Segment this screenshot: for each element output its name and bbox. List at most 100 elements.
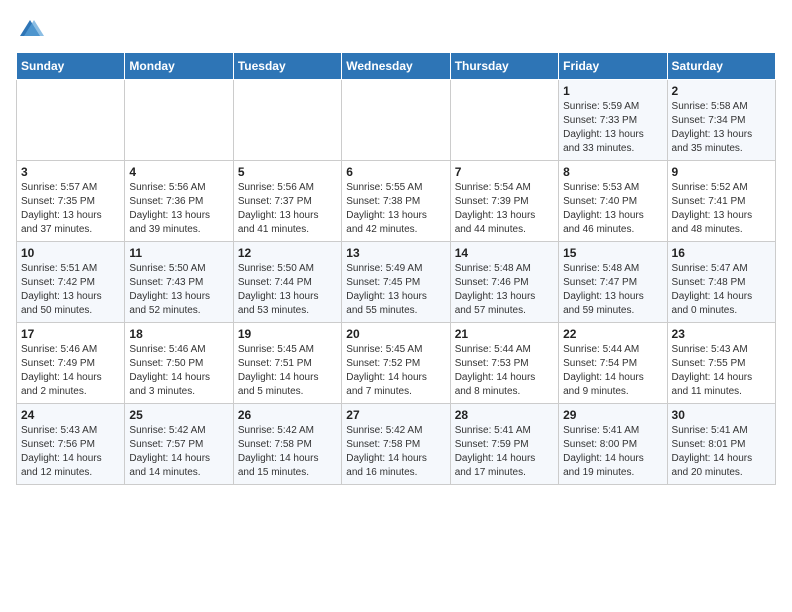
calendar-cell	[125, 80, 233, 161]
day-number: 28	[455, 408, 554, 422]
day-number: 27	[346, 408, 445, 422]
day-info: Sunrise: 5:50 AMSunset: 7:44 PMDaylight:…	[238, 262, 337, 318]
day-number: 1	[563, 84, 662, 98]
calendar-cell: 3 Sunrise: 5:57 AMSunset: 7:35 PMDaylight…	[17, 161, 125, 242]
day-info: Sunrise: 5:52 AMSunset: 7:41 PMDaylight:…	[672, 181, 771, 237]
calendar-cell: 4Sunrise: 5:56 AMSunset: 7:36 PMDaylight…	[125, 161, 233, 242]
day-number: 30	[672, 408, 771, 422]
day-info: Sunrise: 5:55 AMSunset: 7:38 PMDaylight:…	[346, 181, 445, 237]
calendar-cell: 6 Sunrise: 5:55 AMSunset: 7:38 PMDaylight…	[342, 161, 450, 242]
calendar-cell: 16 Sunrise: 5:47 AMSunset: 7:48 PMDayligh…	[667, 242, 775, 323]
calendar-cell: 23 Sunrise: 5:43 AMSunset: 7:55 PMDayligh…	[667, 323, 775, 404]
day-info: Sunrise: 5:50 AMSunset: 7:43 PMDaylight:…	[129, 262, 228, 318]
day-number: 20	[346, 327, 445, 341]
day-info: Sunrise: 5:53 AMSunset: 7:40 PMDaylight:…	[563, 181, 662, 237]
day-info: Sunrise: 5:41 AMSunset: 8:00 PMDaylight:…	[563, 424, 662, 480]
calendar-table: SundayMondayTuesdayWednesdayThursdayFrid…	[16, 52, 776, 485]
day-number: 22	[563, 327, 662, 341]
day-info: Sunrise: 5:58 AMSunset: 7:34 PMDaylight:…	[672, 100, 771, 156]
calendar-cell: 26 Sunrise: 5:42 AMSunset: 7:58 PMDayligh…	[233, 404, 341, 485]
day-number: 9	[672, 165, 771, 179]
calendar-cell: 12 Sunrise: 5:50 AMSunset: 7:44 PMDayligh…	[233, 242, 341, 323]
calendar-cell: 21 Sunrise: 5:44 AMSunset: 7:53 PMDayligh…	[450, 323, 558, 404]
calendar-cell: 22 Sunrise: 5:44 AMSunset: 7:54 PMDayligh…	[559, 323, 667, 404]
day-info: Sunrise: 5:43 AMSunset: 7:56 PMDaylight:…	[21, 424, 120, 480]
day-number: 29	[563, 408, 662, 422]
day-number: 16	[672, 246, 771, 260]
day-number: 26	[238, 408, 337, 422]
day-number: 5	[238, 165, 337, 179]
calendar-cell: 19 Sunrise: 5:45 AMSunset: 7:51 PMDayligh…	[233, 323, 341, 404]
day-info: Sunrise: 5:43 AMSunset: 7:55 PMDaylight:…	[672, 343, 771, 399]
weekday-header-friday: Friday	[559, 53, 667, 80]
day-info: Sunrise: 5:45 AMSunset: 7:52 PMDaylight:…	[346, 343, 445, 399]
day-number: 23	[672, 327, 771, 341]
calendar-cell: 9 Sunrise: 5:52 AMSunset: 7:41 PMDaylight…	[667, 161, 775, 242]
day-info: Sunrise: 5:45 AMSunset: 7:51 PMDaylight:…	[238, 343, 337, 399]
day-info: Sunrise: 5:41 AMSunset: 7:59 PMDaylight:…	[455, 424, 554, 480]
day-info: Sunrise: 5:46 AMSunset: 7:49 PMDaylight:…	[21, 343, 120, 399]
day-number: 12	[238, 246, 337, 260]
calendar-cell: 2 Sunrise: 5:58 AMSunset: 7:34 PMDaylight…	[667, 80, 775, 161]
day-number: 14	[455, 246, 554, 260]
day-info: Sunrise: 5:42 AMSunset: 7:57 PMDaylight:…	[129, 424, 228, 480]
calendar-cell: 8 Sunrise: 5:53 AMSunset: 7:40 PMDaylight…	[559, 161, 667, 242]
calendar-cell: 25 Sunrise: 5:42 AMSunset: 7:57 PMDayligh…	[125, 404, 233, 485]
day-number: 17	[21, 327, 120, 341]
day-number: 7	[455, 165, 554, 179]
calendar-cell	[17, 80, 125, 161]
day-info: Sunrise: 5:48 AMSunset: 7:47 PMDaylight:…	[563, 262, 662, 318]
calendar-cell: 28 Sunrise: 5:41 AMSunset: 7:59 PMDayligh…	[450, 404, 558, 485]
calendar-cell: 11 Sunrise: 5:50 AMSunset: 7:43 PMDayligh…	[125, 242, 233, 323]
day-info: Sunrise: 5:54 AMSunset: 7:39 PMDaylight:…	[455, 181, 554, 237]
day-number: 8	[563, 165, 662, 179]
weekday-header-sunday: Sunday	[17, 53, 125, 80]
calendar-cell: 10 Sunrise: 5:51 AMSunset: 7:42 PMDayligh…	[17, 242, 125, 323]
day-info: Sunrise: 5:46 AMSunset: 7:50 PMDaylight:…	[129, 343, 228, 399]
day-info: Sunrise: 5:41 AMSunset: 8:01 PMDaylight:…	[672, 424, 771, 480]
weekday-header-wednesday: Wednesday	[342, 53, 450, 80]
logo	[16, 16, 48, 44]
calendar-cell: 14Sunrise: 5:48 AMSunset: 7:46 PMDayligh…	[450, 242, 558, 323]
day-number: 18	[129, 327, 228, 341]
day-info: Sunrise: 5:47 AMSunset: 7:48 PMDaylight:…	[672, 262, 771, 318]
day-number: 25	[129, 408, 228, 422]
calendar-cell: 20 Sunrise: 5:45 AMSunset: 7:52 PMDayligh…	[342, 323, 450, 404]
weekday-header-monday: Monday	[125, 53, 233, 80]
calendar-cell: 24 Sunrise: 5:43 AMSunset: 7:56 PMDayligh…	[17, 404, 125, 485]
day-info: Sunrise: 5:59 AMSunset: 7:33 PMDaylight:…	[563, 100, 662, 156]
day-info: Sunrise: 5:44 AMSunset: 7:54 PMDaylight:…	[563, 343, 662, 399]
day-info: Sunrise: 5:42 AMSunset: 7:58 PMDaylight:…	[238, 424, 337, 480]
calendar-cell	[233, 80, 341, 161]
day-info: Sunrise: 5:56 AMSunset: 7:36 PMDaylight:…	[129, 181, 228, 237]
calendar-cell: 1 Sunrise: 5:59 AMSunset: 7:33 PMDaylight…	[559, 80, 667, 161]
day-info: Sunrise: 5:57 AMSunset: 7:35 PMDaylight:…	[21, 181, 120, 237]
logo-icon	[16, 16, 44, 44]
day-number: 3	[21, 165, 120, 179]
calendar-cell: 29 Sunrise: 5:41 AMSunset: 8:00 PMDayligh…	[559, 404, 667, 485]
weekday-header-thursday: Thursday	[450, 53, 558, 80]
weekday-header-tuesday: Tuesday	[233, 53, 341, 80]
calendar-cell	[342, 80, 450, 161]
day-number: 6	[346, 165, 445, 179]
day-info: Sunrise: 5:56 AMSunset: 7:37 PMDaylight:…	[238, 181, 337, 237]
day-number: 2	[672, 84, 771, 98]
day-info: Sunrise: 5:49 AMSunset: 7:45 PMDaylight:…	[346, 262, 445, 318]
day-number: 15	[563, 246, 662, 260]
calendar-cell: 27 Sunrise: 5:42 AMSunset: 7:58 PMDayligh…	[342, 404, 450, 485]
day-number: 19	[238, 327, 337, 341]
day-number: 10	[21, 246, 120, 260]
calendar-cell: 13Sunrise: 5:49 AMSunset: 7:45 PMDayligh…	[342, 242, 450, 323]
day-info: Sunrise: 5:44 AMSunset: 7:53 PMDaylight:…	[455, 343, 554, 399]
day-number: 11	[129, 246, 228, 260]
calendar-cell: 7 Sunrise: 5:54 AMSunset: 7:39 PMDaylight…	[450, 161, 558, 242]
calendar-cell: 18 Sunrise: 5:46 AMSunset: 7:50 PMDayligh…	[125, 323, 233, 404]
calendar-cell: 30 Sunrise: 5:41 AMSunset: 8:01 PMDayligh…	[667, 404, 775, 485]
day-info: Sunrise: 5:42 AMSunset: 7:58 PMDaylight:…	[346, 424, 445, 480]
weekday-header-saturday: Saturday	[667, 53, 775, 80]
calendar-cell: 17 Sunrise: 5:46 AMSunset: 7:49 PMDayligh…	[17, 323, 125, 404]
day-number: 24	[21, 408, 120, 422]
calendar-cell: 15 Sunrise: 5:48 AMSunset: 7:47 PMDayligh…	[559, 242, 667, 323]
day-info: Sunrise: 5:51 AMSunset: 7:42 PMDaylight:…	[21, 262, 120, 318]
day-number: 21	[455, 327, 554, 341]
